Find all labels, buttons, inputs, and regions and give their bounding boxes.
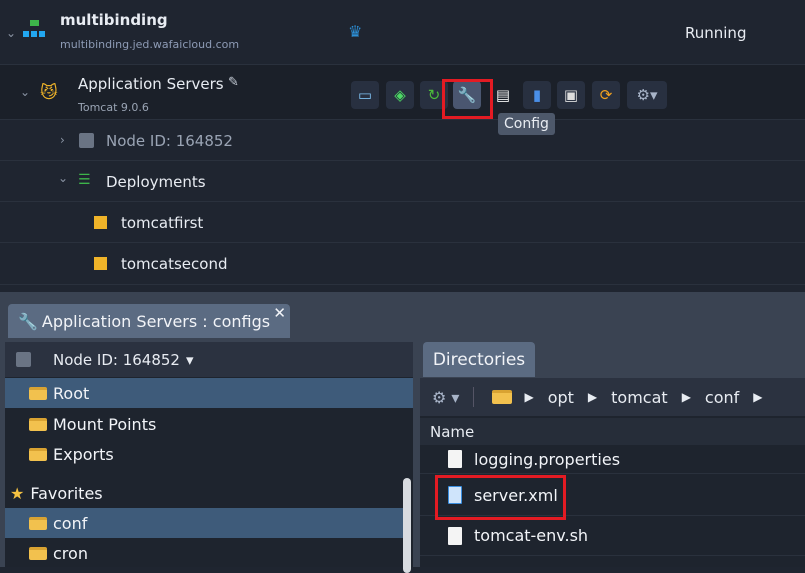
topology-icon	[23, 20, 45, 38]
caret-right-icon: ▶	[524, 390, 534, 404]
item-label: Root	[53, 383, 90, 403]
left-panel: Node ID: 164852 ▾ Root Mount Points Expo…	[5, 342, 413, 573]
refresh-button[interactable]: ⟳	[592, 81, 620, 109]
item-label: Mount Points	[53, 414, 157, 434]
deployment-item[interactable]: tomcatsecond	[0, 243, 805, 285]
layer-version: Tomcat 9.0.6	[78, 101, 149, 114]
add-node-icon: ◈	[394, 86, 406, 104]
environment-row[interactable]: ⌄ multibinding multibinding.jed.wafaiclo…	[0, 0, 805, 65]
web-ssh-button[interactable]: ▣	[557, 81, 585, 109]
export-folder-icon	[29, 447, 47, 461]
item-label: cron	[53, 543, 88, 563]
chevron-down-icon[interactable]: ⌄	[6, 26, 16, 40]
chevron-down-icon[interactable]: ⌄	[20, 85, 30, 99]
redeploy-button[interactable]: ▭	[351, 81, 379, 109]
refresh-icon: ⟳	[599, 86, 613, 104]
tab-label: Directories	[432, 349, 526, 370]
environment-tree: ⌄ multibinding multibinding.jed.wafaiclo…	[0, 0, 805, 290]
caret-right-icon: ▶	[587, 390, 598, 404]
log-button[interactable]: ▤	[489, 81, 517, 109]
gear-icon: ⚙▾	[636, 86, 658, 104]
node-row[interactable]: › Node ID: 164852	[0, 120, 805, 161]
folder-icon	[29, 546, 47, 560]
statistics-button[interactable]: ▮	[523, 81, 551, 109]
status-text: Running	[685, 24, 747, 42]
bookmark-icon	[94, 216, 107, 229]
deployments-row[interactable]: ⌄ ☰ Deployments	[0, 161, 805, 202]
mount-folder-icon	[29, 417, 47, 431]
environment-domain[interactable]: multibinding.jed.wafaicloud.com	[60, 38, 239, 51]
tree-item-mount-points[interactable]: Mount Points	[5, 409, 156, 439]
settings-button[interactable]: ⚙▾	[627, 81, 667, 109]
favorite-item-conf[interactable]: conf	[5, 508, 403, 538]
crown-icon: ♛	[348, 22, 363, 41]
node-icon	[79, 133, 94, 148]
favorites-label: Favorites	[30, 483, 103, 503]
restart-icon: ↻	[427, 86, 441, 104]
tomcat-icon: 😼	[40, 83, 58, 103]
file-row[interactable]: logging.properties	[420, 445, 805, 474]
wrench-icon: 🔧	[18, 311, 38, 331]
close-icon[interactable]: ✕	[273, 304, 286, 322]
chevron-right-icon[interactable]: ›	[60, 133, 65, 147]
layer-title[interactable]: Application Servers	[78, 75, 224, 93]
folder-icon	[29, 516, 47, 530]
file-icon	[448, 526, 462, 545]
caret-down-icon: ▾	[185, 350, 194, 369]
chevron-down-icon[interactable]: ⌄	[58, 171, 68, 185]
item-label: Exports	[53, 444, 114, 464]
node-selector-label: Node ID: 164852	[53, 350, 180, 369]
star-icon: ★	[10, 483, 25, 503]
node-icon	[16, 352, 31, 367]
deployment-name[interactable]: tomcatsecond	[121, 255, 228, 273]
edit-icon[interactable]: ✎	[228, 75, 239, 90]
name-column-header[interactable]: Name	[420, 418, 805, 445]
bookmark-icon	[94, 257, 107, 270]
node-label[interactable]: Node ID: 164852	[106, 132, 233, 150]
breadcrumb-item[interactable]: tomcat	[611, 388, 668, 407]
deployment-item[interactable]: tomcatfirst	[0, 202, 805, 243]
breadcrumb-item[interactable]: opt	[548, 388, 574, 407]
right-panel: ⚙ ▾ ▶ opt ▶ tomcat ▶ conf ▶ Name logging…	[420, 378, 805, 567]
highlight-box	[442, 79, 493, 119]
bar-chart-icon: ▮	[532, 86, 542, 104]
deployment-name[interactable]: tomcatfirst	[121, 214, 203, 232]
folder-icon	[29, 386, 47, 400]
file-name: logging.properties	[474, 449, 621, 469]
caret-right-icon: ▶	[753, 390, 763, 404]
tree-item-root[interactable]: Root	[5, 378, 413, 408]
terminal-icon: ▣	[563, 86, 579, 104]
tree-item-exports[interactable]: Exports	[5, 439, 114, 469]
highlight-box	[435, 475, 566, 520]
favorite-item-cron[interactable]: cron	[5, 538, 88, 568]
file-row[interactable]: tomcat-env.sh	[420, 516, 805, 556]
node-selector[interactable]: Node ID: 164852 ▾	[5, 342, 413, 377]
document-icon: ▤	[495, 86, 511, 104]
item-label: conf	[53, 513, 88, 533]
deployments-label[interactable]: Deployments	[106, 173, 206, 191]
scrollbar[interactable]	[403, 478, 411, 573]
tab-label: Application Servers : configs	[41, 311, 271, 331]
config-panel: 🔧 Application Servers : configs ✕ Node I…	[0, 292, 805, 573]
root-folder-icon[interactable]	[492, 390, 513, 404]
tab-configs[interactable]: 🔧 Application Servers : configs ✕	[8, 304, 290, 338]
environment-name[interactable]: multibinding	[60, 11, 168, 29]
list-icon: ☰	[78, 172, 91, 188]
file-name: tomcat-env.sh	[474, 526, 589, 545]
breadcrumb: ⚙ ▾ ▶ opt ▶ tomcat ▶ conf ▶	[420, 378, 805, 416]
gear-icon[interactable]: ⚙ ▾	[432, 388, 459, 407]
tab-directories[interactable]: Directories	[423, 342, 535, 377]
redeploy-icon: ▭	[357, 86, 373, 104]
properties-file-icon	[448, 450, 462, 468]
breadcrumb-item[interactable]: conf	[705, 388, 739, 407]
caret-right-icon: ▶	[681, 390, 691, 404]
favorites-header: ★ Favorites	[5, 478, 103, 508]
add-node-button[interactable]: ◈	[386, 81, 414, 109]
